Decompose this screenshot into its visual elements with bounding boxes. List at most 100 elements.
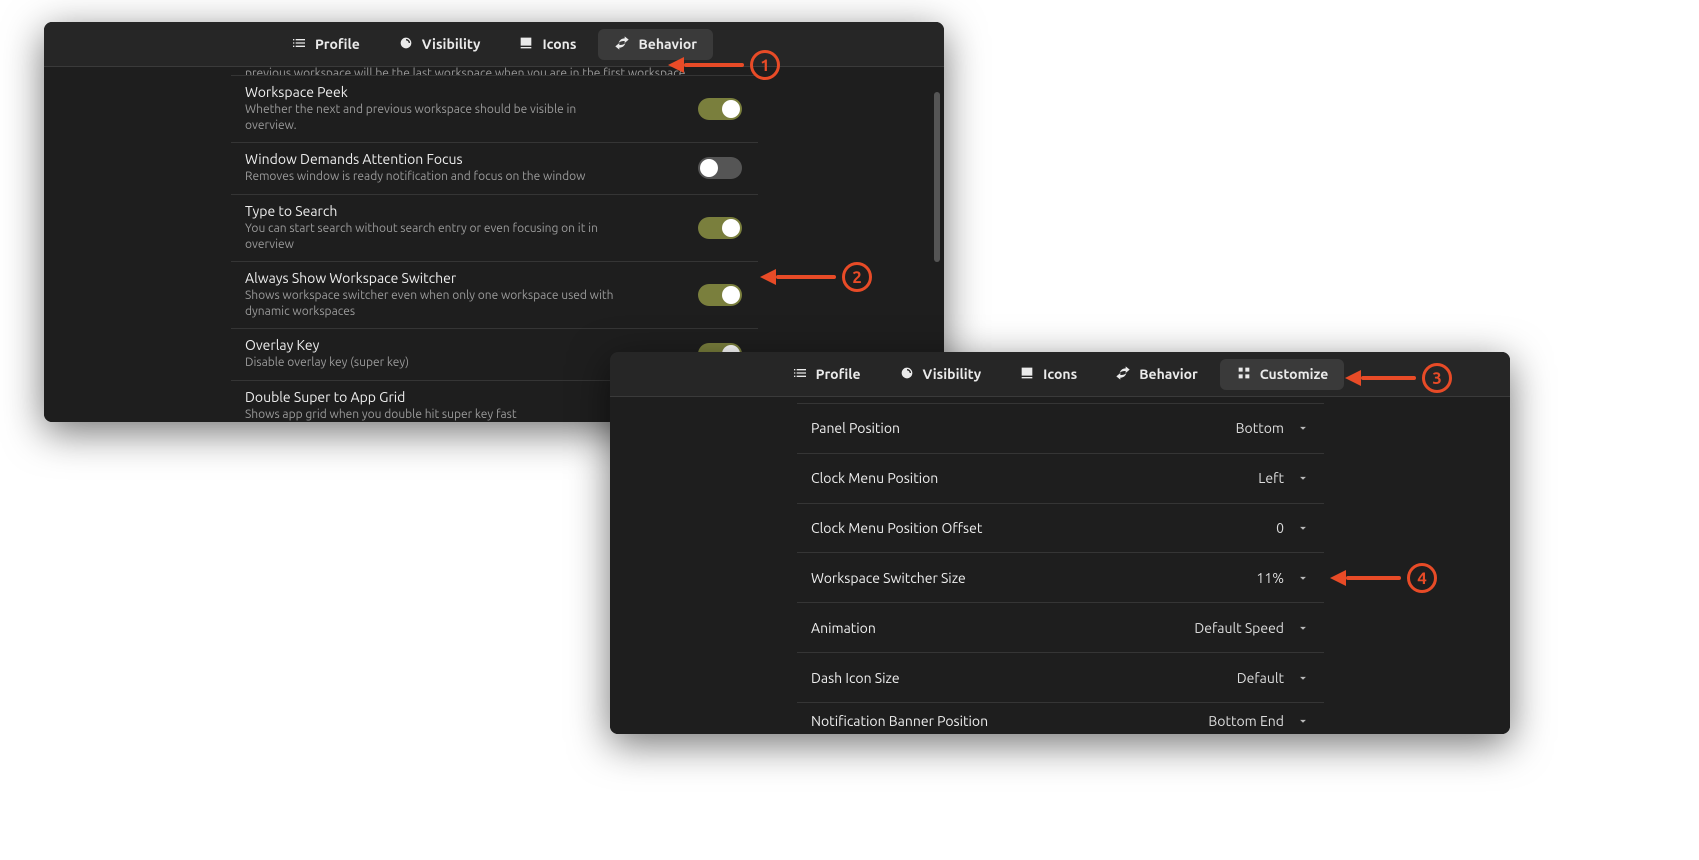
row-workspace-switcher-size[interactable]: Workspace Switcher Size 11% <box>797 552 1324 602</box>
arrow-line <box>684 63 744 67</box>
chevron-down-icon <box>1296 621 1310 635</box>
tab-icons[interactable]: Icons <box>502 29 592 60</box>
tab-label: Visibility <box>422 36 481 52</box>
row-subtitle: Disable overlay key (super key) <box>245 355 625 371</box>
row-animation[interactable]: Animation Default Speed <box>797 602 1324 652</box>
icons-icon <box>1019 365 1035 384</box>
chevron-down-icon <box>1296 714 1310 728</box>
row-notification-banner-position[interactable]: Notification Banner Position Bottom End <box>797 702 1324 734</box>
tab-label: Icons <box>1043 366 1077 382</box>
annotation-arrow-2: 2 <box>760 262 872 292</box>
icons-icon <box>518 35 534 54</box>
tab-icons[interactable]: Icons <box>1003 359 1093 390</box>
row-title: Panel Position <box>811 420 900 436</box>
arrow-head-icon <box>1330 570 1346 586</box>
row-value: Bottom End <box>1208 713 1284 729</box>
tab-bar: Profile Visibility Icons Behavior <box>44 22 944 67</box>
tab-profile[interactable]: Profile <box>275 29 376 60</box>
row-value-wrap: Default <box>1237 670 1310 686</box>
tab-label: Visibility <box>923 366 982 382</box>
row-title: Clock Menu Position <box>811 470 938 486</box>
row-value-wrap: Bottom End <box>1208 713 1310 729</box>
row-value: Left <box>1258 470 1284 486</box>
row-value-wrap: Left <box>1258 470 1310 486</box>
tab-customize[interactable]: Customize <box>1220 359 1345 390</box>
row-value: Default <box>1237 670 1284 686</box>
tab-label: Profile <box>816 366 861 382</box>
row-panel-position[interactable]: Panel Position Bottom <box>797 403 1324 453</box>
tab-label: Behavior <box>1139 366 1198 382</box>
tab-label: Customize <box>1260 366 1329 382</box>
row-title: Dash Icon Size <box>811 670 900 686</box>
toggle-always-show-workspace-switcher[interactable] <box>698 284 742 306</box>
toggle-knob <box>722 100 740 118</box>
row-value: 11% <box>1256 570 1284 586</box>
toggle-knob <box>722 219 740 237</box>
chevron-down-icon <box>1296 521 1310 535</box>
toggle-knob <box>700 159 718 177</box>
row-window-demands-attention: Window Demands Attention Focus Removes w… <box>231 142 758 193</box>
tab-label: Profile <box>315 36 360 52</box>
left-gutter <box>610 397 797 734</box>
toggle-window-demands-attention[interactable] <box>698 157 742 179</box>
row-clock-menu-position[interactable]: Clock Menu Position Left <box>797 453 1324 503</box>
row-type-to-search: Type to Search You can start search with… <box>231 194 758 261</box>
row-title: Notification Banner Position <box>811 713 988 729</box>
chevron-down-icon <box>1296 421 1310 435</box>
row-value: Bottom <box>1236 420 1284 436</box>
row-title: Window Demands Attention Focus <box>245 151 744 167</box>
stage: Profile Visibility Icons Behavior previo… <box>0 0 1699 860</box>
behavior-icon <box>1115 365 1131 384</box>
row-value: Default Speed <box>1194 620 1284 636</box>
annotation-badge-3: 3 <box>1422 363 1452 393</box>
annotation-badge-2: 2 <box>842 262 872 292</box>
row-title: Animation <box>811 620 876 636</box>
row-subtitle: Removes window is ready notification and… <box>245 169 625 185</box>
tab-profile[interactable]: Profile <box>776 359 877 390</box>
toggle-workspace-peek[interactable] <box>698 98 742 120</box>
annotation-arrow-1: 1 <box>668 50 780 80</box>
row-title: Workspace Switcher Size <box>811 570 966 586</box>
row-subtitle: You can start search without search entr… <box>245 221 625 253</box>
row-title: Workspace Peek <box>245 84 744 100</box>
annotation-arrow-4: 4 <box>1330 563 1437 593</box>
behavior-icon <box>614 35 630 54</box>
chevron-down-icon <box>1296 671 1310 685</box>
row-value-wrap: 11% <box>1256 570 1310 586</box>
customize-list: Panel Position Bottom Clock Menu Positio… <box>797 397 1324 734</box>
tab-behavior[interactable]: Behavior <box>1099 359 1214 390</box>
annotation-badge-1: 1 <box>750 50 780 80</box>
profile-icon <box>792 365 808 384</box>
tab-visibility[interactable]: Visibility <box>382 29 497 60</box>
annotation-arrow-3: 3 <box>1345 363 1452 393</box>
row-title: Clock Menu Position Offset <box>811 520 982 536</box>
arrow-head-icon <box>668 57 684 73</box>
visibility-icon <box>398 35 414 54</box>
profile-icon <box>291 35 307 54</box>
toggle-type-to-search[interactable] <box>698 217 742 239</box>
row-value: 0 <box>1276 520 1284 536</box>
tab-label: Icons <box>542 36 576 52</box>
row-value-wrap: Default Speed <box>1194 620 1310 636</box>
row-title: Always Show Workspace Switcher <box>245 270 744 286</box>
tab-visibility[interactable]: Visibility <box>883 359 998 390</box>
settings-window-customize: Profile Visibility Icons Behavior Custom… <box>610 352 1510 734</box>
row-subtitle: Shows workspace switcher even when only … <box>245 288 625 320</box>
row-value-wrap: Bottom <box>1236 420 1310 436</box>
arrow-line <box>1361 376 1416 380</box>
scrollbar-thumb[interactable] <box>934 92 940 262</box>
row-value-wrap: 0 <box>1276 520 1310 536</box>
chevron-down-icon <box>1296 571 1310 585</box>
row-subtitle: Whether the next and previous workspace … <box>245 102 625 134</box>
row-title: Type to Search <box>245 203 744 219</box>
left-gutter <box>44 67 231 422</box>
arrow-line <box>776 275 836 279</box>
arrow-line <box>1346 576 1401 580</box>
row-dash-icon-size[interactable]: Dash Icon Size Default <box>797 652 1324 702</box>
annotation-badge-4: 4 <box>1407 563 1437 593</box>
row-clock-menu-position-offset[interactable]: Clock Menu Position Offset 0 <box>797 503 1324 553</box>
toggle-knob <box>722 286 740 304</box>
row-subtitle: Shows app grid when you double hit super… <box>245 407 625 423</box>
row-title: Overlay Key <box>245 337 744 353</box>
arrow-head-icon <box>1345 370 1361 386</box>
